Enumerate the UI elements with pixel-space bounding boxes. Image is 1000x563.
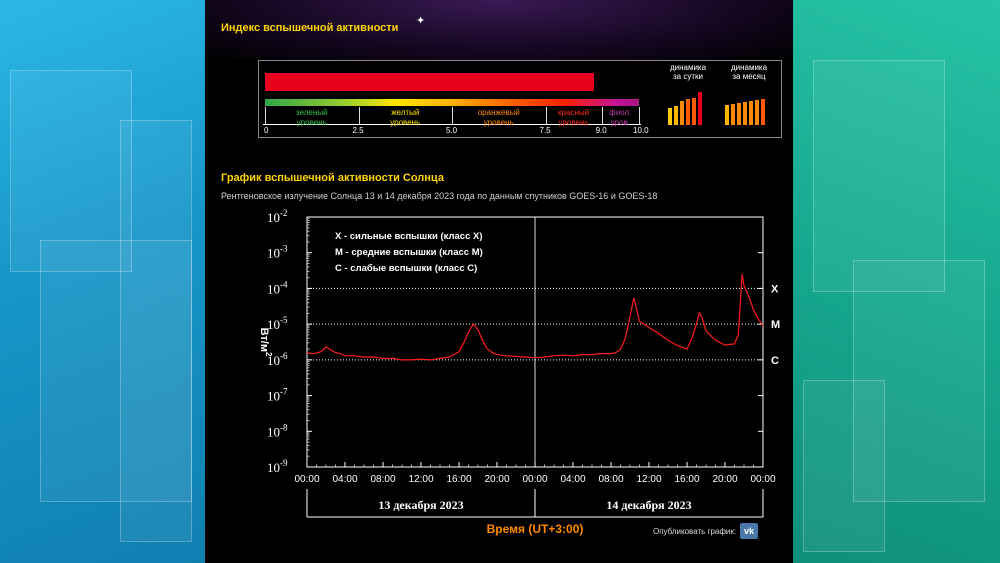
dynamics-day-title-line2: за сутки [673,72,703,81]
dynamics-month-title-line2: за месяц [732,72,766,81]
dynamics-bar [698,92,702,125]
activity-index-box: 0 2.5 5.0 7.5 9.0 10.0 зеленый уровень желтый уро… [258,60,782,138]
x-tick-label: 08:00 [370,474,395,485]
x-tick-label: 16:00 [674,474,699,485]
x-tick-label: 00:00 [750,474,775,485]
legend-entry: X - сильные вспышки (класс X) [335,231,483,242]
y-axis-label: Вт/м2 [258,328,273,357]
x-tick-label: 12:00 [636,474,661,485]
y-tick-label: 10-7 [267,387,288,404]
dynamics-bar [680,101,684,125]
scale-level-label: красный уровень [558,108,590,127]
dynamics-bar [761,98,765,125]
chart-title: График вспышечной активности Солнца [221,172,444,184]
dynamics-month: динамика за месяц [721,61,777,137]
star-icon: ✦ [416,15,426,27]
x-tick-label: 16:00 [446,474,471,485]
scale-level-label: зеленый уровень [295,108,328,127]
x-tick-label: 04:00 [560,474,585,485]
activity-index-bar [265,73,595,91]
class-threshold-label: X [771,283,779,295]
glass-pane [813,60,945,292]
flux-chart: XMC10-210-310-410-510-610-710-810-9Вт/м2… [258,208,780,536]
dynamics-day-title: динамика за сутки [664,63,712,81]
background-right [793,0,1000,563]
glass-pane [120,120,192,542]
class-threshold-label: C [771,355,779,367]
scale-color-strip [265,99,639,106]
day-label: 13 декабря 2023 [378,498,463,512]
dynamics-month-title-line1: динамика [730,63,768,72]
x-tick-label: 04:00 [332,474,357,485]
day-label: 14 декабря 2023 [606,498,691,512]
dynamics-bar [749,101,753,125]
solar-activity-panel: ✦ Индекс вспышечной активности 0 2.5 5.0 7.… [205,0,793,563]
x-tick-label: 00:00 [294,474,319,485]
dynamics-bar [737,103,741,125]
dynamics-bar [743,102,747,125]
y-tick-label: 10-4 [267,279,288,296]
x-tick-label: 20:00 [712,474,737,485]
dynamics-day: динамика за сутки [664,61,712,137]
dynamics-bar [668,108,672,125]
chart-subtitle: Рентгеновское излучение Солнца 13 и 14 д… [221,191,658,201]
legend-entry: C - слабые вспышки (класс C) [335,263,477,274]
dynamics-bar [755,100,759,125]
y-tick-label: 10-2 [267,208,288,225]
dynamics-bar [692,97,696,125]
x-tick-label: 08:00 [598,474,623,485]
x-axis-label: Время (UT+3:00) [487,522,584,536]
scale-level-label: оранжевый уровень [477,108,520,127]
scale-level-label: желтый уровень [390,108,421,127]
x-tick-label: 12:00 [408,474,433,485]
background-left [0,0,205,563]
dynamics-bar [725,105,729,125]
class-threshold-label: M [771,319,780,331]
dynamics-bar [674,105,678,125]
dynamics-day-title-line1: динамика [669,63,707,72]
vk-share-button[interactable]: vk [740,523,758,539]
y-tick-label: 10-9 [267,458,288,475]
legend-entry: M - средние вспышки (класс M) [335,247,483,258]
publish-label: Опубликовать график: [653,527,737,536]
dynamics-bar [686,99,690,125]
dynamics-bar [731,104,735,125]
glass-pane [803,380,885,552]
y-tick-label: 10-8 [267,422,288,439]
dynamics-month-title: динамика за месяц [721,63,777,81]
y-tick-label: 10-3 [267,244,288,261]
index-title: Индекс вспышечной активности [221,22,399,34]
scale-tick [639,107,640,125]
x-tick-label: 00:00 [522,474,547,485]
x-tick-label: 20:00 [484,474,509,485]
scale-level-label: фиол. уров. [609,108,632,127]
